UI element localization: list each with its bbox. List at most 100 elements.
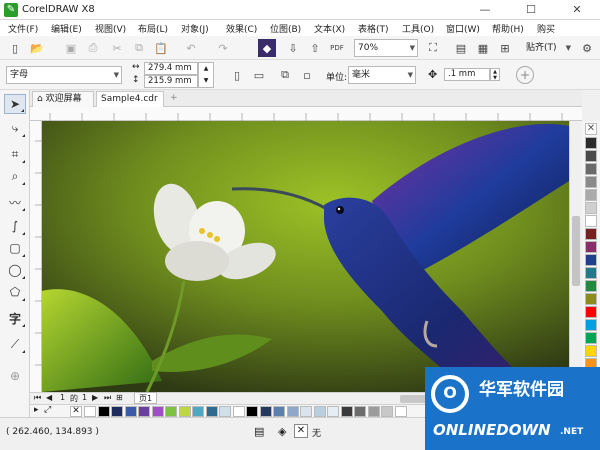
menu-layout[interactable]: 布局(L) bbox=[138, 22, 168, 35]
doc-color-swatch[interactable] bbox=[367, 406, 380, 417]
doc-color-swatch[interactable] bbox=[286, 406, 299, 417]
palette-swatch[interactable] bbox=[585, 228, 597, 240]
page-size-select[interactable]: 字母 ▼ bbox=[6, 66, 122, 84]
crop-tool-icon[interactable]: ⌗ bbox=[4, 144, 26, 164]
show-rulers-icon[interactable]: ▤ bbox=[452, 39, 470, 57]
menu-table[interactable]: 表格(T) bbox=[358, 22, 389, 35]
freehand-tool-icon[interactable]: 〰 bbox=[4, 192, 26, 212]
paste-icon[interactable]: 📋 bbox=[152, 39, 170, 57]
doc-color-swatch[interactable] bbox=[232, 406, 245, 417]
maximize-button[interactable]: ☐ bbox=[508, 0, 554, 20]
doc-color-swatch[interactable] bbox=[192, 406, 204, 417]
minimize-button[interactable]: — bbox=[462, 0, 508, 20]
landscape-icon[interactable]: ▭ bbox=[250, 66, 268, 84]
units-select[interactable]: 毫米 ▼ bbox=[348, 66, 416, 84]
page-width-field[interactable]: 279.4 mm bbox=[144, 62, 198, 75]
cut-icon[interactable]: ✂ bbox=[108, 39, 126, 57]
no-color-swatch[interactable]: ✕ bbox=[585, 123, 597, 135]
nudge-distance-field[interactable]: .1 mm bbox=[444, 68, 490, 81]
doc-color-swatch[interactable] bbox=[111, 406, 123, 417]
menu-help[interactable]: 帮助(H) bbox=[492, 22, 524, 35]
doc-color-swatch[interactable] bbox=[124, 406, 137, 417]
palette-swatch[interactable] bbox=[585, 345, 597, 357]
doc-color-swatch[interactable] bbox=[138, 406, 150, 417]
copy-icon[interactable]: ⧉ bbox=[130, 39, 148, 57]
doc-color-swatch[interactable] bbox=[84, 406, 96, 417]
nudge-spinner[interactable]: ▲ ▼ bbox=[490, 68, 500, 81]
import-icon[interactable]: ⇩ bbox=[284, 39, 302, 57]
palette-swatch[interactable] bbox=[585, 306, 597, 318]
next-page-icon[interactable]: ▶ bbox=[92, 393, 98, 402]
palette-swatch[interactable] bbox=[585, 215, 597, 227]
snap-to-dropdown[interactable]: 贴齐(T) ▼ bbox=[522, 39, 574, 57]
page-tab-1[interactable]: 页1 bbox=[134, 392, 158, 404]
palette-swatch[interactable] bbox=[585, 254, 597, 266]
rectangle-tool-icon[interactable]: ▢ bbox=[4, 238, 26, 258]
fill-bucket-icon[interactable]: ◈ bbox=[278, 425, 286, 438]
palette-swatch[interactable] bbox=[585, 241, 597, 253]
menu-text[interactable]: 文本(X) bbox=[314, 22, 345, 35]
no-color-swatch[interactable]: ✕ bbox=[70, 406, 82, 417]
doc-color-swatch[interactable] bbox=[259, 406, 272, 417]
tab-welcome-screen[interactable]: ⌂ 欢迎屏幕 bbox=[32, 91, 94, 107]
menu-object[interactable]: 对象(J) bbox=[181, 22, 209, 35]
doc-color-swatch[interactable] bbox=[205, 406, 218, 417]
menu-tools[interactable]: 工具(O) bbox=[402, 22, 434, 35]
zoom-tool-icon[interactable]: ⌕ bbox=[4, 166, 26, 186]
show-guidelines-icon[interactable]: ⊞ bbox=[496, 39, 514, 57]
all-pages-icon[interactable]: ⧉ bbox=[276, 66, 294, 84]
vertical-ruler[interactable] bbox=[30, 121, 42, 392]
doc-color-swatch[interactable] bbox=[340, 406, 353, 417]
add-preset-icon[interactable]: + bbox=[516, 66, 534, 84]
menu-view[interactable]: 视图(V) bbox=[95, 22, 126, 35]
menu-edit[interactable]: 编辑(E) bbox=[51, 22, 82, 35]
palette-swatch[interactable] bbox=[585, 163, 597, 175]
palette-swatch[interactable] bbox=[585, 150, 597, 162]
add-page-icon[interactable]: ⊞ bbox=[116, 393, 123, 402]
palette-swatch[interactable] bbox=[585, 319, 597, 331]
first-page-icon[interactable]: ⏮ bbox=[34, 393, 41, 403]
add-tool-icon[interactable]: ⊕ bbox=[4, 366, 26, 386]
shape-tool-icon[interactable]: ⤷ bbox=[4, 118, 26, 138]
doc-color-swatch[interactable] bbox=[273, 406, 285, 417]
palette-flyout-icon[interactable]: ▸ bbox=[34, 405, 39, 415]
doc-color-swatch[interactable] bbox=[246, 406, 258, 417]
new-tab-icon[interactable]: + bbox=[166, 91, 180, 107]
drawing-canvas[interactable] bbox=[42, 121, 569, 392]
palette-swatch[interactable] bbox=[585, 176, 597, 188]
artistic-media-tool-icon[interactable]: ∫ bbox=[4, 216, 26, 236]
zoom-level-select[interactable]: 70% ▼ bbox=[354, 39, 418, 57]
doc-color-swatch[interactable] bbox=[327, 406, 339, 417]
previous-page-icon[interactable]: ◀ bbox=[46, 393, 52, 402]
undo-icon[interactable]: ↶ bbox=[182, 39, 200, 57]
palette-swatch[interactable] bbox=[585, 332, 597, 344]
doc-color-swatch[interactable] bbox=[165, 406, 177, 417]
menu-effects[interactable]: 效果(C) bbox=[226, 22, 257, 35]
palette-swatch[interactable] bbox=[585, 137, 597, 149]
doc-color-swatch[interactable] bbox=[394, 406, 407, 417]
doc-color-swatch[interactable] bbox=[97, 406, 110, 417]
ellipse-tool-icon[interactable]: ◯ bbox=[4, 260, 26, 280]
full-screen-icon[interactable]: ⛶ bbox=[424, 39, 442, 57]
polygon-tool-icon[interactable]: ⬠ bbox=[4, 282, 26, 302]
connector-tool-icon[interactable]: ⟋ bbox=[4, 334, 26, 354]
doc-color-swatch[interactable] bbox=[381, 406, 393, 417]
palette-swatch[interactable] bbox=[585, 189, 597, 201]
doc-color-swatch[interactable] bbox=[178, 406, 191, 417]
palette-swatch[interactable] bbox=[585, 202, 597, 214]
palette-swatch[interactable] bbox=[585, 280, 597, 292]
doc-color-swatch[interactable] bbox=[300, 406, 312, 417]
palette-swatch[interactable] bbox=[585, 293, 597, 305]
page-height-field[interactable]: 215.9 mm bbox=[144, 75, 198, 88]
save-icon[interactable]: ▣ bbox=[62, 39, 80, 57]
export-icon[interactable]: ⇧ bbox=[306, 39, 324, 57]
current-page-icon[interactable]: ▫ bbox=[298, 66, 316, 84]
new-document-icon[interactable]: ▯ bbox=[6, 39, 24, 57]
palette-swatch[interactable] bbox=[585, 267, 597, 279]
close-button[interactable]: ✕ bbox=[554, 0, 600, 20]
size-spinner[interactable]: ▲ ▼ bbox=[198, 62, 214, 88]
doc-color-swatch[interactable] bbox=[219, 406, 231, 417]
menu-window[interactable]: 窗口(W) bbox=[446, 22, 480, 35]
options-gear-icon[interactable]: ⚙ bbox=[578, 39, 596, 57]
print-icon[interactable]: ⎙ bbox=[84, 39, 102, 57]
